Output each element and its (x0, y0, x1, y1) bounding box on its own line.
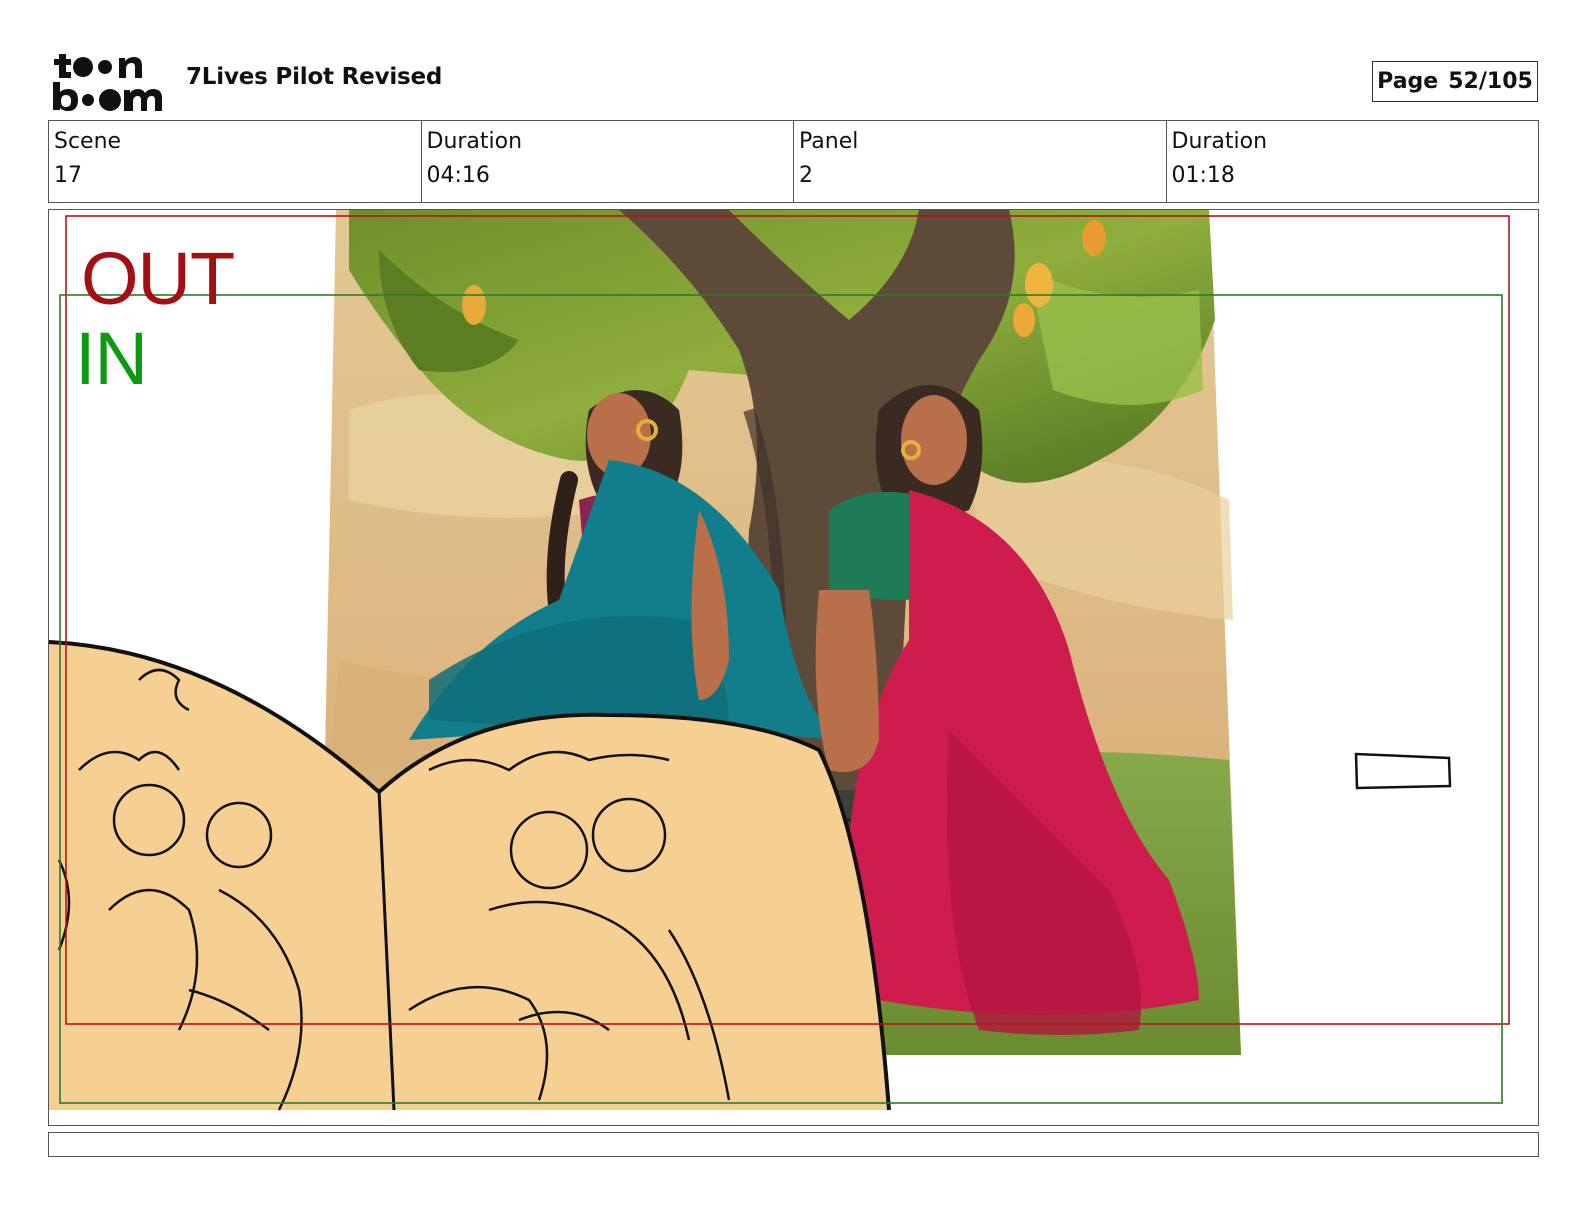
panel-duration-label: Duration (1171, 129, 1268, 154)
caption-box (48, 1132, 1539, 1157)
page-indicator: Page 52/105 (1372, 61, 1538, 102)
project-title: 7Lives Pilot Revised (186, 64, 443, 90)
panel-duration-value: 01:18 (1171, 163, 1235, 188)
sketch-rectangle (1354, 752, 1452, 790)
page-label: Page (1377, 69, 1439, 94)
toon-boom-logo (53, 54, 162, 111)
panel-label: Panel (799, 129, 859, 154)
out-frame-label: OUT (81, 237, 235, 320)
storyboard-panel: OUT IN (48, 209, 1539, 1126)
scene-label: Scene (54, 129, 122, 154)
panel-duration-cell: Duration 01:18 (1167, 121, 1539, 202)
panel-artwork (49, 210, 1510, 1111)
page-number: 52/105 (1448, 69, 1533, 94)
scene-duration-value: 04:16 (426, 163, 490, 188)
scene-cell: Scene 17 (49, 121, 422, 202)
panel-value: 2 (799, 163, 813, 188)
in-frame-label: IN (75, 317, 148, 400)
scene-info-table: Scene 17 Duration 04:16 Panel 2 Duration… (48, 120, 1539, 203)
panel-cell: Panel 2 (794, 121, 1167, 202)
scene-duration-label: Duration (426, 129, 523, 154)
scene-value: 17 (54, 163, 82, 188)
scene-duration-cell: Duration 04:16 (422, 121, 794, 202)
